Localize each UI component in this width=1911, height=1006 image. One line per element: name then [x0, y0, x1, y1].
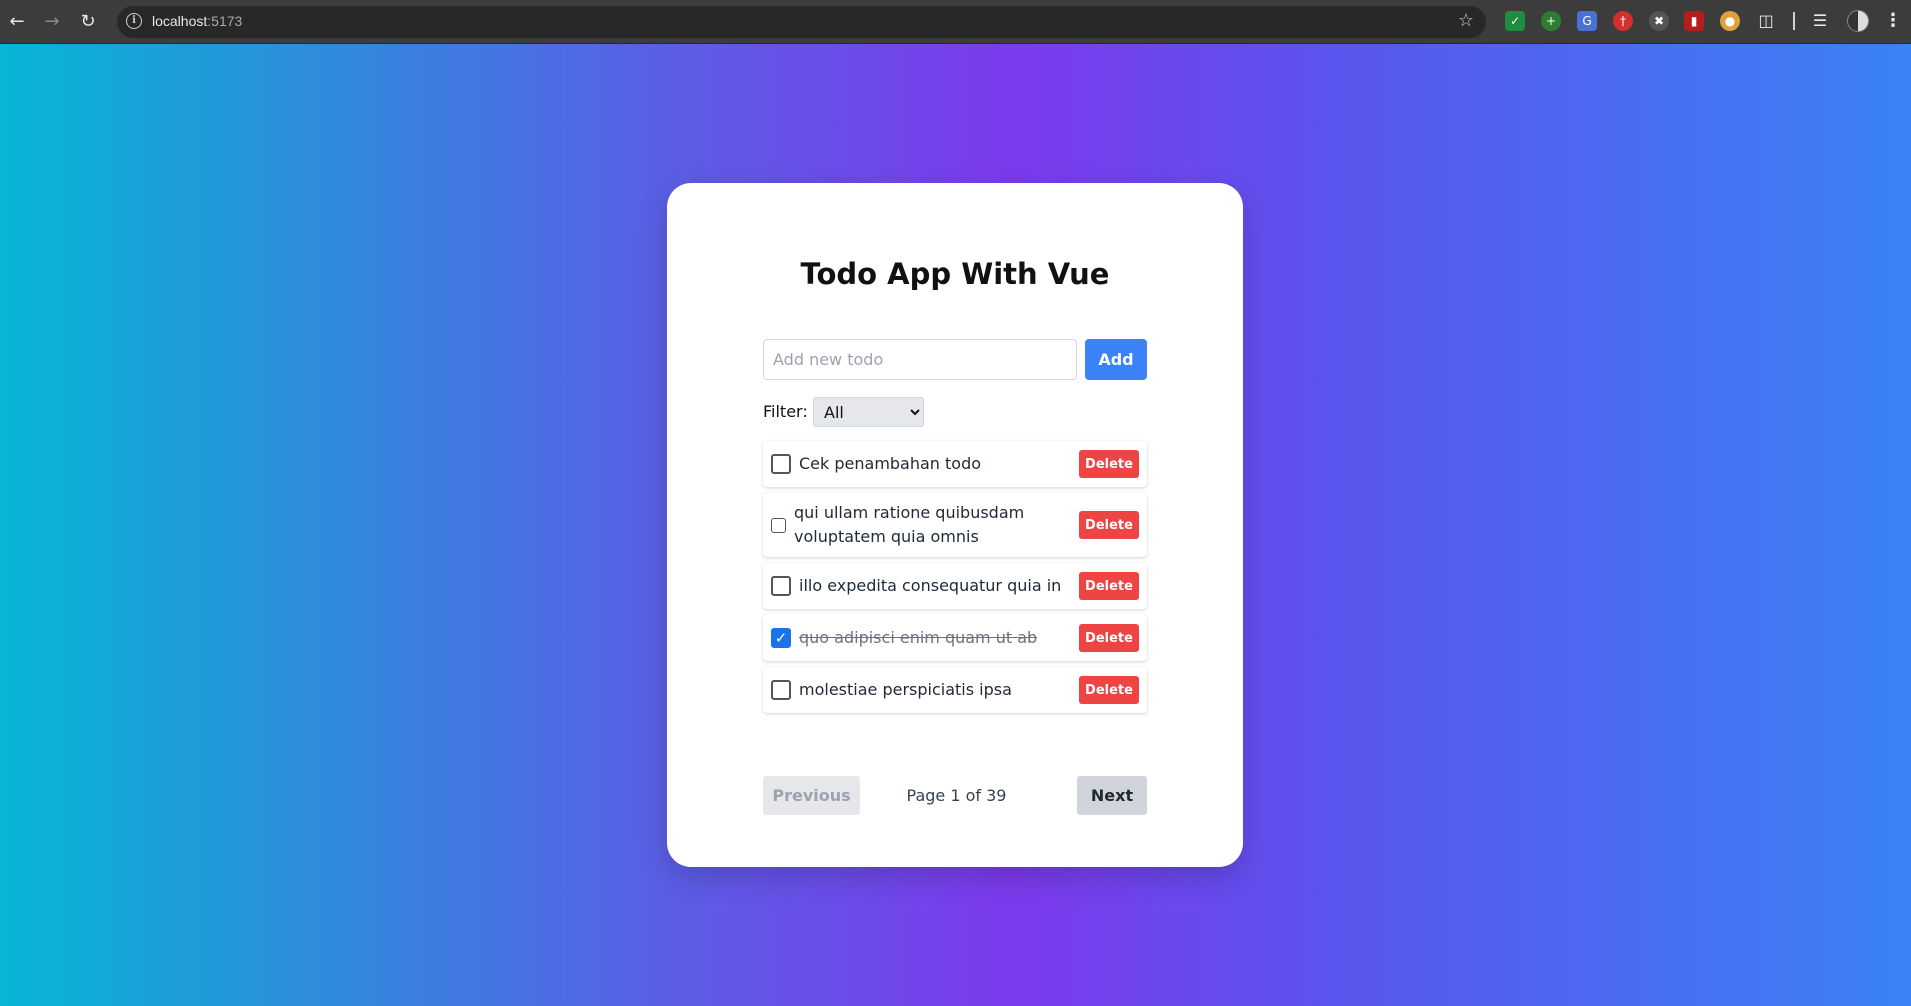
todo-text: illo expedita consequatur quia in	[799, 576, 1062, 595]
shield-extension-icon[interactable]: ✓	[1505, 11, 1525, 31]
todo-checkbox-checked[interactable]: ✓	[771, 628, 791, 648]
red-square-extension-icon[interactable]: ▮	[1684, 11, 1704, 31]
todo-list: Cek penambahan todo Delete qui ullam rat…	[763, 441, 1147, 719]
cookie-extension-icon[interactable]: ●	[1720, 11, 1740, 31]
todo-text: Cek penambahan todo	[799, 454, 982, 473]
todo-text: molestiae perspiciatis ipsa	[799, 680, 1012, 699]
red-extension-icon[interactable]: †	[1613, 11, 1633, 31]
todo-item: Cek penambahan todo Delete	[763, 441, 1147, 487]
address-bar[interactable]: i localhost:5173 ☆	[117, 6, 1486, 38]
add-button[interactable]: Add	[1085, 339, 1147, 380]
puzzle-extensions-icon[interactable]: ◫	[1756, 11, 1776, 31]
todo-checkbox[interactable]	[771, 576, 791, 596]
site-info-icon[interactable]: i	[126, 13, 142, 29]
more-menu-icon[interactable]: ⋮	[1884, 10, 1902, 31]
todo-checkbox[interactable]	[771, 517, 786, 533]
url-port: :5173	[207, 13, 243, 29]
plus-extension-icon[interactable]: +	[1541, 11, 1561, 31]
filter-label: Filter:	[763, 402, 808, 421]
delete-button[interactable]: Delete	[1079, 450, 1139, 478]
url-text[interactable]: localhost:5173	[152, 13, 242, 29]
todo-item: molestiae perspiciatis ipsa Delete	[763, 667, 1147, 713]
todo-checkbox[interactable]	[771, 680, 791, 700]
bookmark-star-icon[interactable]: ☆	[1458, 10, 1474, 31]
filter-select[interactable]: All	[813, 397, 924, 427]
circle-extension-icon[interactable]: ✖	[1649, 11, 1669, 31]
delete-button[interactable]: Delete	[1079, 511, 1139, 539]
translate-extension-icon[interactable]: G	[1577, 11, 1597, 31]
todo-checkbox[interactable]	[771, 454, 791, 474]
reading-list-icon[interactable]: ☰	[1810, 11, 1830, 31]
new-todo-input[interactable]	[763, 339, 1077, 380]
previous-button[interactable]: Previous	[763, 776, 860, 815]
back-icon[interactable]: ←	[5, 10, 29, 34]
delete-button[interactable]: Delete	[1079, 572, 1139, 600]
delete-button[interactable]: Delete	[1079, 624, 1139, 652]
todo-item: qui ullam ratione quibusdam voluptatem q…	[763, 493, 1147, 557]
page-background: Todo App With Vue Add Filter: All Cek pe…	[0, 44, 1911, 1006]
toolbar-divider	[1793, 12, 1795, 30]
next-button[interactable]: Next	[1077, 776, 1147, 815]
url-host: localhost	[152, 13, 208, 29]
page-title: Todo App With Vue	[800, 257, 1110, 291]
page-indicator: Page 1 of 39	[906, 786, 1007, 805]
todo-text-completed: quo adipisci enim quam ut ab	[799, 628, 1038, 647]
todo-item: ✓ quo adipisci enim quam ut ab Delete	[763, 615, 1147, 661]
todo-item: illo expedita consequatur quia in Delete	[763, 563, 1147, 609]
browser-toolbar: ← → ↻ i localhost:5173 ☆ ✓ + G † ✖ ▮ ● ◫…	[0, 0, 1911, 44]
reload-icon[interactable]: ↻	[76, 10, 100, 34]
forward-icon[interactable]: →	[40, 10, 64, 34]
profile-avatar[interactable]	[1847, 10, 1869, 32]
todo-card: Todo App With Vue Add Filter: All Cek pe…	[667, 183, 1243, 867]
delete-button[interactable]: Delete	[1079, 676, 1139, 704]
todo-text: qui ullam ratione quibusdam voluptatem q…	[794, 503, 1025, 546]
